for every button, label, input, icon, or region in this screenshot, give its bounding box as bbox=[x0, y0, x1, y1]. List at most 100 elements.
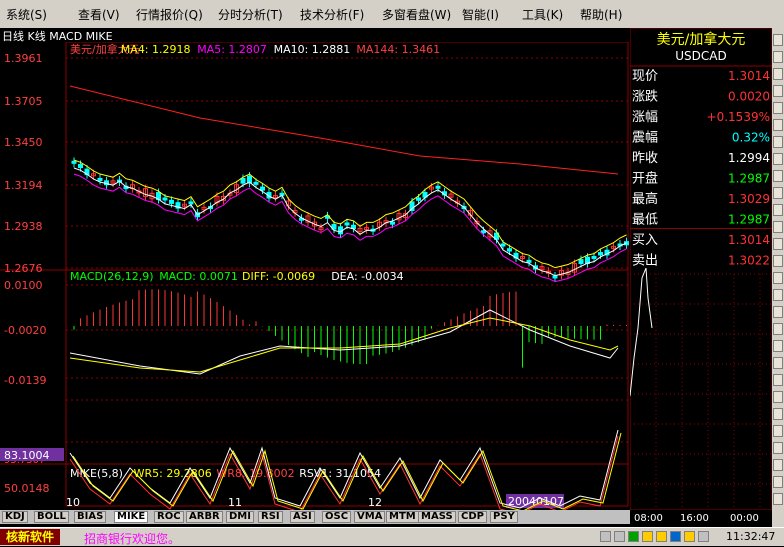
status-icon[interactable] bbox=[614, 531, 625, 542]
menu-item[interactable]: 分时分析(T) bbox=[218, 6, 283, 23]
toolbar-icon[interactable] bbox=[773, 136, 783, 148]
status-icon[interactable] bbox=[600, 531, 611, 542]
toolbar-icon[interactable] bbox=[773, 442, 783, 454]
toolbar-icon[interactable] bbox=[773, 391, 783, 403]
tab-mass[interactable]: MASS bbox=[418, 511, 456, 523]
tab-roc[interactable]: ROC bbox=[154, 511, 184, 523]
candle bbox=[591, 255, 597, 259]
status-icon[interactable] bbox=[698, 531, 709, 542]
candle bbox=[188, 201, 194, 205]
mike-axis-label: 50.0148 bbox=[4, 482, 50, 495]
toolbar-icon[interactable] bbox=[773, 85, 783, 97]
quote-pair-code: USDCAD bbox=[675, 49, 726, 63]
toolbar-icon[interactable] bbox=[773, 323, 783, 335]
macd-legend-name: MACD(26,12,9) bbox=[70, 270, 154, 283]
chart-legend-ma10: MA10: 1.2881 bbox=[274, 43, 351, 56]
toolbar-icon[interactable] bbox=[773, 306, 783, 318]
quote-label: 卖出 bbox=[632, 254, 658, 269]
tab-psy[interactable]: PSY bbox=[490, 511, 518, 523]
menu-item[interactable]: 查看(V) bbox=[78, 6, 120, 23]
quote-value: 1.2987 bbox=[728, 213, 770, 227]
toolbar-icon[interactable] bbox=[773, 221, 783, 233]
tab-rsi[interactable]: RSI bbox=[258, 511, 283, 523]
candle bbox=[162, 197, 168, 201]
status-icon[interactable] bbox=[684, 531, 695, 542]
tab-mtm[interactable]: MTM bbox=[386, 511, 419, 523]
tab-asi[interactable]: ASI bbox=[290, 511, 315, 523]
tab-osc[interactable]: OSC bbox=[322, 511, 352, 523]
quote-label: 震幅 bbox=[632, 131, 658, 146]
date-label: 10 bbox=[66, 496, 80, 509]
toolbar-icon[interactable] bbox=[773, 425, 783, 437]
tab-kdj[interactable]: KDJ bbox=[2, 511, 28, 523]
toolbar-icon[interactable] bbox=[773, 289, 783, 301]
status-icon[interactable] bbox=[628, 531, 639, 542]
toolbar-icon[interactable] bbox=[773, 187, 783, 199]
quote-label: 昨收 bbox=[632, 151, 658, 166]
status-icon[interactable] bbox=[670, 531, 681, 542]
kline-chart[interactable]: 1.3961 1.3705 1.3450 1.3194 1.2938 1.2676 0.01… bbox=[0, 28, 630, 510]
candle bbox=[507, 248, 512, 252]
menu-item[interactable]: 工具(K) bbox=[522, 6, 563, 23]
toolbar-icon[interactable] bbox=[773, 34, 783, 46]
toolbar-icon[interactable] bbox=[773, 102, 783, 114]
candle bbox=[169, 199, 174, 204]
status-icon[interactable] bbox=[656, 531, 667, 542]
menu-item[interactable]: 帮助(H) bbox=[580, 6, 622, 23]
mike-axis-label: 83.1004 bbox=[4, 449, 50, 462]
toolbar-icon[interactable] bbox=[773, 68, 783, 80]
toolbar-icon[interactable] bbox=[773, 119, 783, 131]
quote-label: 开盘 bbox=[632, 171, 658, 187]
candle bbox=[260, 186, 265, 191]
toolbar-icon[interactable] bbox=[773, 340, 783, 352]
toolbar-icon[interactable] bbox=[773, 493, 783, 505]
chart-legend-ma5: MA5: 1.2807 bbox=[197, 43, 267, 56]
tab-dmi[interactable]: DMI bbox=[226, 511, 254, 523]
price-axis-label: 1.3194 bbox=[4, 179, 43, 192]
menu-item[interactable]: 多窗看盘(W) bbox=[382, 6, 451, 23]
quote-value: 1.2987 bbox=[728, 172, 770, 186]
tab-vma[interactable]: VMA bbox=[354, 511, 386, 523]
candle bbox=[71, 160, 77, 164]
toolbar-icon[interactable] bbox=[773, 255, 783, 267]
toolbar-icon[interactable] bbox=[773, 459, 783, 471]
clock: 11:32:47 bbox=[726, 530, 776, 543]
quote-label: 现价 bbox=[632, 69, 658, 84]
price-axis-label: 1.3450 bbox=[4, 136, 43, 149]
toolbar-icon[interactable] bbox=[773, 51, 783, 63]
price-axis-label: 1.3705 bbox=[4, 95, 43, 108]
time-label: 08:00 bbox=[634, 513, 663, 524]
toolbar-icon[interactable] bbox=[773, 238, 783, 250]
toolbar-icon[interactable] bbox=[773, 204, 783, 216]
toolbar-icon[interactable] bbox=[773, 272, 783, 284]
tab-bias[interactable]: BIAS bbox=[74, 511, 107, 523]
quote-value: 0.0020 bbox=[728, 90, 770, 104]
candle bbox=[416, 197, 421, 201]
toolbar-icon[interactable] bbox=[773, 170, 783, 182]
candle bbox=[78, 163, 83, 169]
toolbar-icon[interactable] bbox=[773, 357, 783, 369]
quote-value: 1.2994 bbox=[728, 151, 770, 165]
candle bbox=[481, 230, 486, 234]
tab-boll[interactable]: BOLL bbox=[34, 511, 69, 523]
menu-item[interactable]: 系统(S) bbox=[6, 6, 47, 23]
quote-pair-name: 美元/加拿大元 bbox=[657, 31, 746, 48]
menu-item[interactable]: 技术分析(F) bbox=[300, 6, 364, 23]
status-icon[interactable] bbox=[642, 531, 653, 542]
toolbar-icon[interactable] bbox=[773, 374, 783, 386]
toolbar-icon[interactable] bbox=[773, 476, 783, 488]
tab-mike[interactable]: MIKE bbox=[114, 511, 149, 523]
tab-arbr[interactable]: ARBR bbox=[186, 511, 223, 523]
menu-item[interactable]: 行情报价(Q) bbox=[136, 6, 203, 23]
macd-legend-dea: DEA: -0.0034 bbox=[331, 270, 403, 283]
chart-title: 日线 K线 MACD MIKE bbox=[2, 30, 113, 43]
status-message: 招商银行欢迎您。 bbox=[84, 532, 181, 546]
menu-item[interactable]: 智能(I) bbox=[462, 6, 499, 23]
toolbar-icon[interactable] bbox=[773, 408, 783, 420]
toolbar-icon[interactable] bbox=[773, 153, 783, 165]
quote-value: +0.1539% bbox=[707, 110, 770, 124]
chart-legend-ma4: MA4: 1.2918 bbox=[121, 43, 191, 56]
candle bbox=[500, 243, 506, 247]
tab-cdp[interactable]: CDP bbox=[458, 511, 487, 523]
status-bar: 核新软件 招商银行欢迎您。 11:32:47 bbox=[0, 527, 784, 546]
